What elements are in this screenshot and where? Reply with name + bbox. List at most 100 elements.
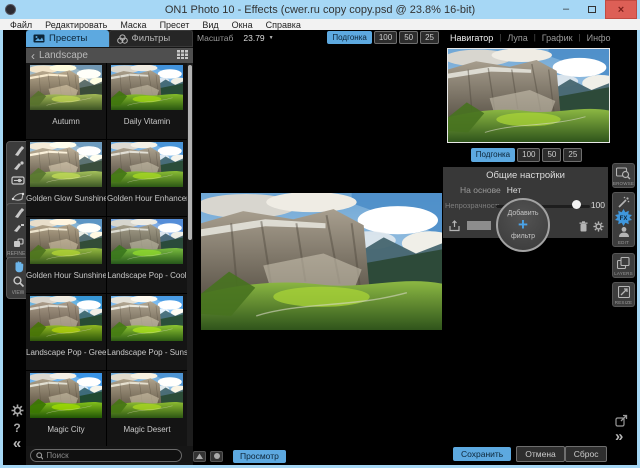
search-bar — [30, 449, 182, 462]
refine-brush-tool[interactable] — [9, 206, 27, 219]
add-filter-button[interactable]: Добавить + фильтр — [496, 198, 550, 252]
preview-toggle-button[interactable]: Просмотр — [233, 450, 286, 463]
minimize-button[interactable]: – — [553, 0, 579, 19]
preset-landscape-pop-cool[interactable]: Landscape Pop - Cool — [107, 217, 187, 293]
main-content: MASK REFINE MASK VIEW ? — [3, 30, 637, 465]
trash-icon[interactable] — [579, 219, 588, 237]
tab-presets[interactable]: Пресеты — [26, 30, 109, 47]
tab-loupe[interactable]: Лупа — [507, 33, 527, 43]
zoom-value[interactable]: 23.79 — [243, 33, 264, 43]
export-preset-icon[interactable] — [449, 219, 460, 237]
image-canvas[interactable] — [193, 45, 443, 447]
pan-hand-tool[interactable] — [9, 260, 27, 273]
mask-view-icon[interactable] — [193, 451, 206, 462]
preset-label: Landscape Pop - Sunshine — [107, 348, 187, 357]
blur-stamp-tool[interactable] — [9, 236, 27, 249]
collapse-left-panel-icon[interactable]: « — [8, 435, 26, 452]
menu-help[interactable]: Справка — [266, 20, 301, 30]
softproof-icon[interactable] — [210, 451, 223, 462]
scrollbar-thumb[interactable] — [188, 65, 192, 240]
effects-fx-icon[interactable]: FX — [615, 210, 632, 224]
preset-daily-vitamin[interactable]: Daily Vitamin — [107, 63, 187, 139]
menu-bar: Файл Редактировать Маска Пресет Вид Окна… — [0, 19, 640, 30]
masking-brush-tool[interactable] — [9, 144, 27, 157]
menu-edit[interactable]: Редактировать — [45, 20, 107, 30]
module-layers[interactable]: LAYERS — [612, 253, 635, 278]
tab-separator: | — [499, 33, 501, 42]
reset-button[interactable]: Сброс — [565, 446, 608, 462]
zoom-25-button[interactable]: 25 — [420, 31, 439, 45]
zoom-50-button[interactable]: 50 — [399, 31, 418, 45]
tab-filters[interactable]: Фильтры — [109, 30, 194, 47]
canvas-footer: Просмотр — [193, 447, 443, 465]
category-bar[interactable]: ‹ Landscape — [26, 48, 193, 63]
fit-button[interactable]: Подгонка — [327, 31, 371, 45]
preset-magic-desert[interactable]: Magic Desert — [107, 371, 187, 446]
navigator-preview[interactable] — [447, 48, 610, 143]
chisel-tool[interactable] — [9, 221, 27, 234]
menu-mask[interactable]: Маска — [120, 20, 146, 30]
preset-panel: Пресеты Фильтры ‹ Landscape Autumn Daily… — [26, 30, 193, 465]
preset-autumn[interactable]: Autumn — [26, 63, 106, 139]
window-title: ON1 Photo 10 - Effects (cwer.ru copy cop… — [0, 4, 640, 16]
close-button[interactable]: × — [605, 0, 637, 19]
portrait-person-icon[interactable] — [615, 225, 632, 239]
help-icon[interactable]: ? — [8, 421, 26, 435]
tab-info[interactable]: Инфо — [587, 33, 611, 43]
grid-view-icon[interactable] — [177, 50, 188, 62]
menu-file[interactable]: Файл — [10, 20, 32, 30]
cancel-button[interactable]: Отмена — [516, 446, 565, 462]
settings-gear-icon[interactable] — [8, 404, 26, 422]
preset-golden-hour-sunshine[interactable]: Golden Hour Sunshine — [26, 217, 106, 293]
search-icon — [36, 452, 43, 460]
maximize-button[interactable] — [579, 0, 605, 19]
preset-landscape-pop-sunshine[interactable]: Landscape Pop - Sunshine — [107, 294, 187, 370]
view-group-label: VIEW — [12, 290, 25, 296]
masking-bug-tool[interactable] — [9, 159, 27, 172]
based-on-value[interactable]: Нет — [507, 185, 521, 195]
module-browse[interactable]: BROWSE — [612, 163, 635, 188]
opacity-slider-knob[interactable] — [572, 200, 581, 209]
opacity-value: 100 — [591, 200, 605, 210]
layers-icon — [615, 256, 632, 270]
preset-label: Golden Glow Sunshine — [26, 194, 106, 203]
preset-golden-glow-sunshine[interactable]: Golden Glow Sunshine — [26, 140, 106, 216]
browse-icon — [615, 166, 632, 180]
adjustment-tool[interactable] — [9, 174, 27, 187]
nav-100-button[interactable]: 100 — [517, 148, 540, 162]
menu-preset[interactable]: Пресет — [160, 20, 190, 30]
expand-right-panel-icon[interactable]: » — [615, 428, 623, 445]
tab-histogram[interactable]: График — [542, 33, 573, 43]
nav-25-button[interactable]: 25 — [563, 148, 582, 162]
zoom-tool[interactable] — [9, 275, 27, 288]
browse-label: BROWSE — [613, 181, 634, 186]
module-resize[interactable]: RESIZE — [612, 282, 635, 307]
edit-label: EDIT — [618, 240, 629, 245]
menu-window[interactable]: Окна — [232, 20, 253, 30]
tab-separator: | — [579, 33, 581, 42]
color-swatch[interactable] — [467, 221, 491, 230]
preset-landscape-pop-green[interactable]: Landscape Pop - Green — [26, 294, 106, 370]
tab-navigator[interactable]: Навигатор — [450, 33, 493, 43]
plus-icon: + — [518, 217, 528, 232]
back-chevron-icon[interactable]: ‹ — [31, 49, 35, 63]
photo-preview — [201, 193, 442, 330]
canvas-area: Масштаб 23.79 ▼ Подгонка 100 50 25 — [193, 30, 443, 465]
preset-label: Magic Desert — [107, 425, 187, 434]
navigator-image — [448, 49, 609, 142]
nav-fit-button[interactable]: Подгонка — [471, 148, 515, 162]
save-button[interactable]: Сохранить — [453, 447, 511, 461]
maximize-icon — [588, 6, 596, 13]
preset-label: Autumn — [26, 117, 106, 126]
enhance-wand-icon[interactable] — [615, 195, 632, 209]
preset-golden-hour-enhancer[interactable]: Golden Hour Enhancer — [107, 140, 187, 216]
zoom-100-button[interactable]: 100 — [374, 31, 397, 45]
filter-options-gear-icon[interactable] — [593, 219, 604, 237]
menu-view[interactable]: Вид — [202, 20, 218, 30]
search-input[interactable] — [46, 451, 176, 460]
mask-shape-tool[interactable] — [9, 189, 27, 202]
nav-50-button[interactable]: 50 — [542, 148, 561, 162]
preset-magic-city[interactable]: Magic City — [26, 371, 106, 446]
chevron-down-icon[interactable]: ▼ — [269, 35, 274, 41]
add-filter-label-bottom: фильтр — [511, 233, 535, 241]
